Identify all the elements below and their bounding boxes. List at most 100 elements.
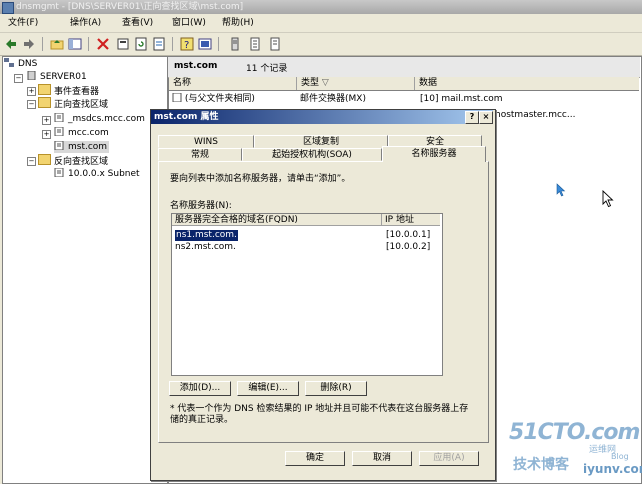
zone-name-heading: mst.com [174, 61, 218, 71]
show-hide-tree-icon[interactable] [68, 37, 82, 51]
cursor-arrow-icon [556, 183, 566, 197]
edit-button[interactable]: 编辑(E)... [237, 381, 299, 396]
cursor-pointer-icon [602, 190, 614, 208]
properties-icon[interactable] [116, 37, 130, 51]
record-icon [172, 92, 182, 103]
zone-icon [54, 141, 64, 150]
server-node-icon [27, 71, 36, 80]
row-type: 邮件交换器(MX) [300, 94, 366, 104]
tab-general[interactable]: 常规 [158, 148, 242, 161]
tree-node-zone-mcc[interactable]: mcc.com [54, 127, 109, 139]
toolbar-separator [172, 37, 173, 51]
new-domain-icon[interactable] [268, 37, 282, 51]
tree-node-forward-zones[interactable]: 正向查找区域 [38, 97, 109, 110]
dialog-title-bar: mst.com 属性 ? × [151, 110, 493, 124]
tree-node-reverse-subnet[interactable]: 10.0.0.x Subnet [54, 168, 140, 180]
column-header-data[interactable]: 数据 [415, 77, 639, 90]
watermark-blog: Blog [611, 452, 629, 461]
tree-node-dns[interactable]: DNS [4, 58, 37, 70]
tree-node-event-viewer[interactable]: 事件查看器 [38, 84, 100, 97]
tree-node-server01[interactable]: SERVER01 [26, 71, 87, 83]
watermark-iyunv: iyunv.com [583, 462, 642, 476]
tree-collapse-reverse-toggle[interactable]: − [27, 157, 36, 166]
list-column-header: 名称 类型 ▽ 数据 [169, 77, 639, 91]
folder-open-icon [38, 97, 51, 108]
svg-text:?: ? [184, 40, 189, 51]
ok-button[interactable]: 确定 [285, 451, 345, 466]
tree-label-zone-mcc: mcc.com [68, 128, 109, 138]
toolbar-separator [88, 37, 89, 51]
column-header-type[interactable]: 类型 ▽ [297, 77, 415, 90]
show-console-icon[interactable] [198, 37, 212, 51]
menu-file[interactable]: 文件(F) [8, 16, 38, 30]
watermark-51cto: 51CTO.com [509, 420, 640, 445]
ns-row-ip: [10.0.0.1] [386, 230, 431, 240]
tree-expand-mcc-toggle[interactable]: + [42, 130, 51, 139]
apply-button[interactable]: 应用(A) [419, 451, 479, 466]
ns-column-ip[interactable]: IP 地址 [382, 214, 440, 226]
folder-icon [38, 84, 51, 95]
window-title: dnsmgmt - [DNS\SERVER01\正向查找区域\mst.com] [16, 2, 244, 12]
tab-wins[interactable]: WINS [158, 135, 254, 148]
tree-label-reverse-subnet: 10.0.0.x Subnet [68, 169, 140, 179]
tree-node-zone-mst-selected[interactable]: mst.com [54, 141, 110, 153]
result-pane-header: mst.com 11 个记录 [168, 57, 640, 78]
tree-label-zone-mst: mst.com [68, 142, 108, 152]
tree-expand-event-viewer-toggle[interactable]: + [27, 87, 36, 96]
tree-label-forward-zones: 正向查找区域 [54, 100, 109, 110]
tree-expand-msdcs-toggle[interactable]: + [42, 116, 51, 125]
cancel-button[interactable]: 取消 [352, 451, 412, 466]
tree-node-zone-msdcs[interactable]: _msdcs.mcc.com [54, 113, 145, 125]
tab-zone-transfers[interactable]: 区域复制 [254, 135, 388, 148]
remove-button[interactable]: 删除(R) [305, 381, 367, 396]
zone-icon [54, 113, 64, 122]
toolbar-separator [218, 37, 219, 51]
dialog-close-button[interactable]: × [479, 111, 493, 124]
toolbar: ? [0, 33, 642, 56]
up-folder-icon[interactable] [50, 37, 64, 51]
watermark: 51CTO.com 技术博客 运维网 iyunv.com Blog [505, 418, 642, 482]
tree-label-dns: DNS [18, 59, 38, 69]
name-servers-label: 名称服务器(N): [170, 201, 232, 211]
main-title-bar: dnsmgmt - [DNS\SERVER01\正向查找区域\mst.com] [0, 0, 642, 14]
dialog-help-button[interactable]: ? [465, 111, 479, 124]
dialog-title: mst.com 属性 [154, 112, 219, 122]
export-list-icon[interactable] [152, 37, 166, 51]
tab-name-servers-active[interactable]: 名称服务器 [382, 146, 486, 162]
ns-row-ip: [10.0.0.2] [386, 242, 431, 252]
help-icon[interactable]: ? [180, 37, 194, 51]
row-data: [10] mail.mst.com [420, 94, 503, 104]
menu-help[interactable]: 帮助(H) [222, 16, 254, 30]
refresh-icon[interactable] [134, 37, 148, 51]
new-record-icon[interactable] [248, 37, 262, 51]
tree-label-event-viewer: 事件查看器 [54, 87, 100, 97]
forward-arrow-icon[interactable] [22, 37, 36, 51]
server-icon[interactable] [228, 37, 242, 51]
name-servers-list[interactable]: 服务器完全合格的域名(FQDN) IP 地址 ns1.mst.com. [10.… [171, 213, 443, 376]
ns-column-fqdn[interactable]: 服务器完全合格的域名(FQDN) [172, 214, 382, 226]
back-arrow-icon[interactable] [4, 37, 18, 51]
tree-collapse-server-toggle[interactable]: − [14, 74, 23, 83]
add-button[interactable]: 添加(D)... [169, 381, 231, 396]
ns-row-fqdn[interactable]: ns2.mst.com. [175, 242, 236, 253]
mmc-app-icon [2, 2, 14, 14]
menu-window[interactable]: 窗口(W) [172, 16, 206, 30]
menu-action[interactable]: 操作(A) [70, 16, 101, 30]
watermark-tech-blog: 技术博客 [513, 457, 569, 473]
dns-root-icon [4, 58, 14, 67]
row-name: (与父文件夹相同) [184, 94, 255, 104]
menu-bar: 文件(F) 操作(A) 查看(V) 窗口(W) 帮助(H) [0, 14, 642, 33]
column-type-label: 类型 [301, 78, 320, 88]
column-header-name[interactable]: 名称 [169, 77, 297, 90]
ns-row-fqdn-selected[interactable]: ns1.mst.com. [175, 230, 238, 241]
delete-icon[interactable] [96, 37, 110, 51]
instruction-text: 要向列表中添加名称服务器，请单击“添加”。 [170, 174, 351, 184]
tree-collapse-forward-toggle[interactable]: − [27, 100, 36, 109]
zone-icon [54, 127, 64, 136]
tree-node-reverse-zones[interactable]: 反向查找区域 [38, 154, 108, 167]
tree-label-server01: SERVER01 [40, 72, 87, 82]
note-text: * 代表一个作为 DNS 检索结果的 IP 地址并且可能不代表在这台服务器上存储… [170, 404, 469, 425]
menu-view[interactable]: 查看(V) [122, 16, 153, 30]
tab-soa[interactable]: 起始授权机构(SOA) [242, 148, 382, 161]
list-row[interactable]: (与父文件夹相同) [172, 92, 255, 105]
